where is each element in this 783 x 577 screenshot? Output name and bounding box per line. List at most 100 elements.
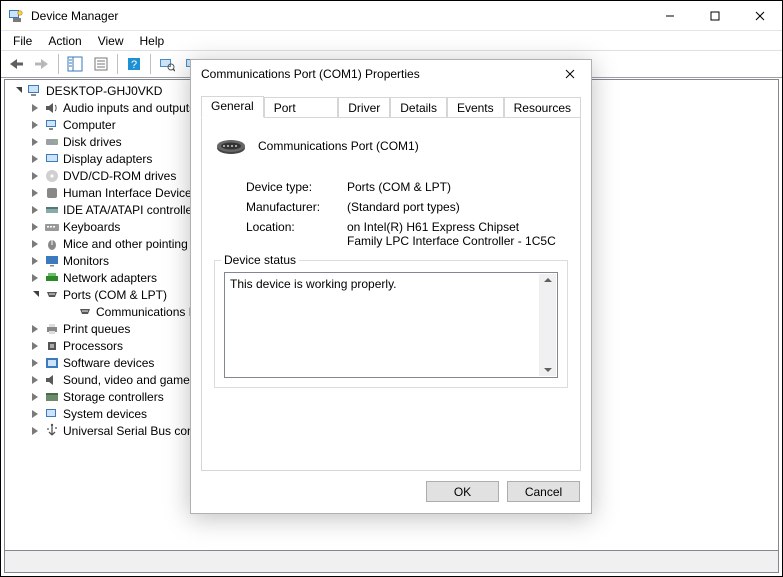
svg-text:?: ? bbox=[131, 59, 137, 71]
tab-driver[interactable]: Driver bbox=[338, 97, 390, 118]
minimize-button[interactable] bbox=[647, 1, 692, 30]
ok-button[interactable]: OK bbox=[426, 481, 499, 502]
tree-item-label: Disk drives bbox=[61, 135, 122, 149]
tree-item-label: IDE ATA/ATAPI controllers bbox=[61, 203, 202, 217]
scroll-up-icon[interactable] bbox=[544, 278, 552, 282]
tree-item-label: Computer bbox=[61, 118, 116, 132]
display-icon bbox=[43, 151, 61, 167]
disk-icon bbox=[43, 134, 61, 150]
tab-events[interactable]: Events bbox=[447, 97, 504, 118]
help-button[interactable]: ? bbox=[122, 52, 146, 76]
expand-toggle[interactable] bbox=[26, 257, 43, 265]
tab-resources[interactable]: Resources bbox=[504, 97, 581, 118]
tree-item-label: Software devices bbox=[61, 356, 154, 370]
device-name: Communications Port (COM1) bbox=[258, 139, 419, 153]
tree-item-label: Network adapters bbox=[61, 271, 157, 285]
expand-toggle[interactable] bbox=[26, 274, 43, 282]
back-button[interactable] bbox=[4, 52, 28, 76]
close-button[interactable] bbox=[737, 1, 782, 30]
mouse-icon bbox=[43, 236, 61, 252]
menu-help[interactable]: Help bbox=[132, 32, 173, 50]
cpu-icon bbox=[43, 338, 61, 354]
toolbar-separator bbox=[150, 54, 151, 74]
app-icon bbox=[8, 8, 24, 24]
disc-icon bbox=[43, 168, 61, 184]
statusbar bbox=[4, 550, 779, 573]
sound-icon bbox=[43, 372, 61, 388]
port-icon bbox=[76, 304, 94, 320]
software-icon bbox=[43, 355, 61, 371]
menubar: File Action View Help bbox=[1, 31, 782, 50]
tree-root-label: DESKTOP-GHJ0VKD bbox=[44, 84, 162, 98]
computer-icon bbox=[26, 83, 44, 99]
tree-item-label: Ports (COM & LPT) bbox=[61, 288, 167, 302]
expand-toggle[interactable] bbox=[26, 393, 43, 401]
network-icon bbox=[43, 270, 61, 286]
properties-button[interactable] bbox=[89, 52, 113, 76]
menu-view[interactable]: View bbox=[90, 32, 132, 50]
keyboard-icon bbox=[43, 219, 61, 235]
controller-icon bbox=[43, 202, 61, 218]
tab-general[interactable]: General bbox=[201, 96, 264, 118]
expand-toggle[interactable] bbox=[26, 410, 43, 418]
system-icon bbox=[43, 406, 61, 422]
window-title: Device Manager bbox=[31, 9, 647, 23]
speaker-icon bbox=[43, 100, 61, 116]
status-scrollbar[interactable] bbox=[539, 274, 556, 376]
tab-port-settings[interactable]: Port Settings bbox=[264, 97, 339, 118]
printer-icon bbox=[43, 321, 61, 337]
tree-item-label: Display adapters bbox=[61, 152, 152, 166]
expand-toggle[interactable] bbox=[26, 427, 43, 435]
value-manufacturer: (Standard port types) bbox=[347, 200, 557, 214]
expand-toggle[interactable] bbox=[26, 342, 43, 350]
monitor-icon bbox=[43, 253, 61, 269]
expand-toggle[interactable] bbox=[26, 172, 43, 180]
device-status-text[interactable]: This device is working properly. bbox=[224, 272, 558, 378]
tree-item-label: Monitors bbox=[61, 254, 109, 268]
expand-toggle[interactable] bbox=[26, 223, 43, 231]
expand-toggle[interactable] bbox=[26, 359, 43, 367]
expand-toggle[interactable] bbox=[26, 155, 43, 163]
expand-toggle[interactable] bbox=[26, 292, 43, 298]
computer-icon bbox=[43, 117, 61, 133]
dialog-close-button[interactable] bbox=[555, 63, 585, 85]
expand-toggle[interactable] bbox=[26, 376, 43, 384]
menu-file[interactable]: File bbox=[5, 32, 40, 50]
maximize-button[interactable] bbox=[692, 1, 737, 30]
tree-item-label: Audio inputs and outputs bbox=[61, 101, 195, 115]
tree-item-label: Print queues bbox=[61, 322, 130, 336]
cancel-button[interactable]: Cancel bbox=[507, 481, 580, 502]
value-device-type: Ports (COM & LPT) bbox=[347, 180, 557, 194]
hid-icon bbox=[43, 185, 61, 201]
device-info: Device type:Ports (COM & LPT) Manufactur… bbox=[246, 180, 557, 254]
expand-toggle[interactable] bbox=[9, 88, 26, 94]
dialog-titlebar: Communications Port (COM1) Properties bbox=[191, 60, 591, 88]
expand-toggle[interactable] bbox=[26, 325, 43, 333]
tree-item-label: Keyboards bbox=[61, 220, 120, 234]
tree-item-label: Storage controllers bbox=[61, 390, 164, 404]
tree-item-label: DVD/CD-ROM drives bbox=[61, 169, 176, 183]
value-location: on Intel(R) H61 Express Chipset Family L… bbox=[347, 220, 557, 248]
device-status-group: Device status This device is working pro… bbox=[214, 260, 568, 388]
tab-strip: General Port Settings Driver Details Eve… bbox=[201, 97, 581, 118]
expand-toggle[interactable] bbox=[26, 189, 43, 197]
expand-toggle[interactable] bbox=[26, 240, 43, 248]
tab-panel-general: Communications Port (COM1) Device type:P… bbox=[201, 117, 581, 471]
tab-details[interactable]: Details bbox=[390, 97, 447, 118]
tree-item-label: System devices bbox=[61, 407, 147, 421]
expand-toggle[interactable] bbox=[26, 138, 43, 146]
tree-item-label: Human Interface Devices bbox=[61, 186, 198, 200]
expand-toggle[interactable] bbox=[26, 206, 43, 214]
dialog-title: Communications Port (COM1) Properties bbox=[201, 67, 555, 81]
show-hide-console-tree-button[interactable] bbox=[63, 52, 87, 76]
label-manufacturer: Manufacturer: bbox=[246, 200, 347, 214]
storage-icon bbox=[43, 389, 61, 405]
forward-button[interactable] bbox=[30, 52, 54, 76]
tree-item-label: Processors bbox=[61, 339, 123, 353]
scan-hardware-button[interactable] bbox=[155, 52, 179, 76]
scroll-down-icon[interactable] bbox=[544, 368, 552, 372]
device-large-icon bbox=[214, 134, 248, 158]
expand-toggle[interactable] bbox=[26, 104, 43, 112]
expand-toggle[interactable] bbox=[26, 121, 43, 129]
menu-action[interactable]: Action bbox=[40, 32, 89, 50]
